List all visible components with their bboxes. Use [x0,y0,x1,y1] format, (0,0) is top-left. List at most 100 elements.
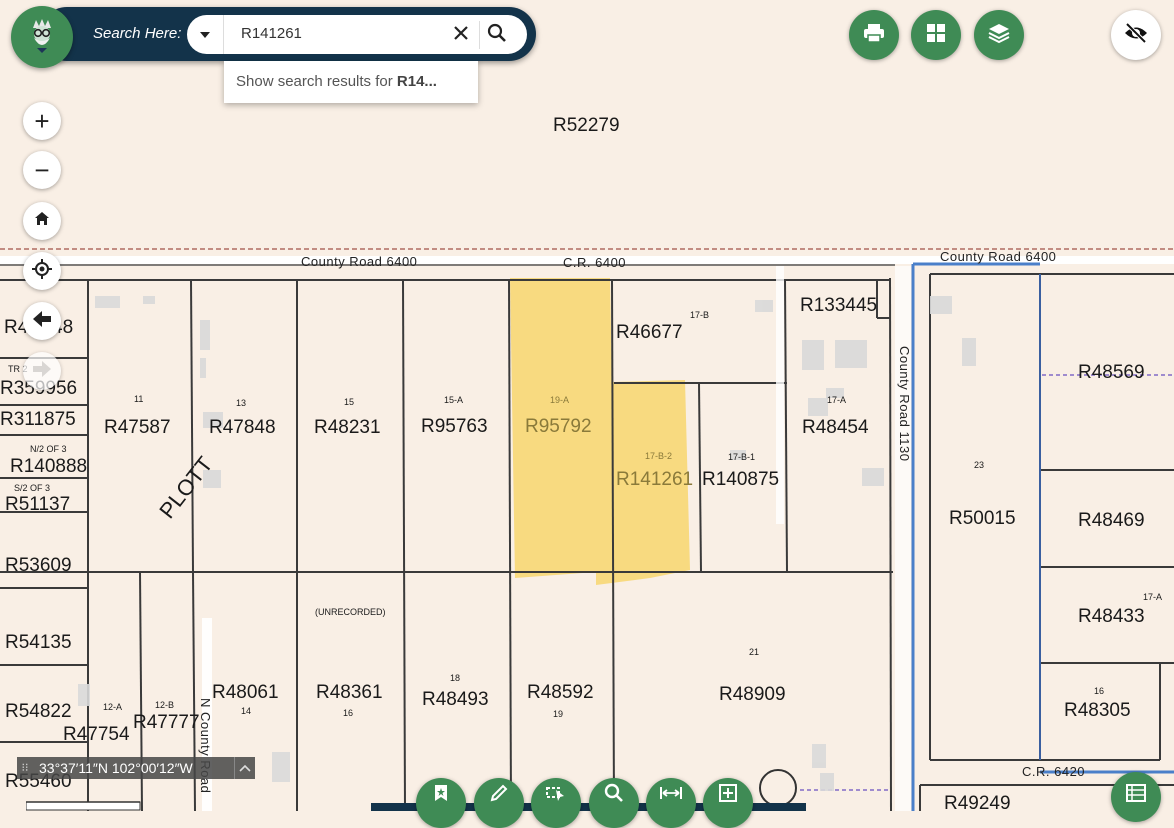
arrow-right-icon [32,360,52,383]
svg-text:17-B: 17-B [690,310,709,320]
parcel-map[interactable]: County Road 6400 C.R. 6400 County Road 6… [0,0,1174,811]
bookmark-star-icon [433,784,449,807]
close-icon [453,25,469,46]
road-label-cr6400-east: County Road 6400 [940,249,1056,264]
home-button[interactable] [23,202,61,240]
grid-icon [926,23,946,48]
caret-down-icon [199,26,211,44]
search-icon [487,23,507,48]
layers-icon [988,22,1010,49]
minus-icon: − [34,155,50,185]
parcel-label: R48469 [1078,510,1145,531]
svg-text:19: 19 [553,709,563,719]
app-logo-button[interactable] [11,6,73,68]
svg-text:14: 14 [241,706,251,716]
arrow-left-icon [32,310,52,333]
parcel-label: R133445 [800,295,877,316]
parcel-label: R48433 [1078,606,1145,627]
locate-button[interactable] [23,252,61,290]
zoom-out-button[interactable]: − [23,151,61,189]
parcel-label: R53609 [5,555,72,576]
parcel-label: R47754 [63,724,130,745]
parcel-label: R48569 [1078,362,1145,383]
previous-extent-button[interactable] [23,302,61,340]
search-suggestion[interactable]: Show search results for R14... [224,61,478,103]
clear-search-button[interactable] [450,24,472,46]
coordinate-readout: ⁝⁝ 33°37′11″N 102°00′12″W [17,757,255,779]
parcel-label: R47848 [209,417,276,438]
parcel-label: R140888 [10,456,87,477]
coordinate-text: 33°37′11″N 102°00′12″W [39,760,193,776]
draw-tool-button[interactable] [474,778,524,828]
plus-icon: + [34,106,50,136]
road-label-cr6400-short: C.R. 6400 [563,255,626,270]
parcel-label: R48592 [527,682,594,703]
zoom-in-button[interactable]: + [23,102,61,140]
layers-button[interactable] [974,10,1024,60]
query-tool-button[interactable] [589,778,639,828]
next-extent-button[interactable] [23,352,61,390]
parcel-label: R311875 [0,409,76,430]
road-label-cr6400: County Road 6400 [301,254,417,269]
road-label-n-county-road: N County Road [198,698,213,793]
svg-text:16: 16 [1094,686,1104,696]
basemap-gallery-button[interactable] [911,10,961,60]
search-input[interactable] [241,25,431,42]
bookmark-tool-button[interactable] [416,778,466,828]
magnifier-icon [604,783,624,808]
parcel-label: R54822 [5,701,72,722]
select-tool-button[interactable] [531,778,581,828]
parcel-label: R49249 [944,793,1011,811]
list-table-icon [1126,783,1146,807]
drag-grip-icon[interactable]: ⁝⁝ [17,757,33,779]
parcel-label: R48305 [1064,700,1131,721]
parcel-label: R52279 [553,115,620,136]
parcel-label: R48909 [719,684,786,705]
parcel-label-selected: R95792 [525,416,592,437]
parcel-label-selected: R141261 [616,469,693,490]
parcel-label: R140875 [702,469,779,490]
parcel-label: R48361 [316,682,383,703]
search-submit-button[interactable] [479,21,514,49]
add-table-icon [719,783,737,807]
parcel-label: R48231 [314,417,381,438]
crosshair-icon [32,258,52,284]
parcel-label: R48454 [802,417,869,438]
eye-off-icon [1123,22,1149,49]
suggestion-term: R14... [396,73,437,90]
search-source-dropdown[interactable] [187,15,224,54]
svg-text:15-A: 15-A [444,395,463,405]
parcel-label: R46677 [616,322,683,343]
parcel-label: R47587 [104,417,171,438]
svg-text:15: 15 [344,397,354,407]
parcel-label: R54135 [5,632,72,653]
print-button[interactable] [849,10,899,60]
chevron-up-icon[interactable] [234,757,255,779]
svg-text:16: 16 [343,708,353,718]
svg-text:N/2 OF 3: N/2 OF 3 [30,444,67,454]
svg-text:17-B-2: 17-B-2 [645,451,672,461]
svg-text:S/2 OF 3: S/2 OF 3 [14,483,50,493]
parcel-label: R47777 [133,712,200,733]
parcel-label: R48493 [422,689,489,710]
svg-text:19-A: 19-A [550,395,569,405]
svg-text:21: 21 [749,647,759,657]
search-field [187,15,527,54]
search-label: Search Here: [93,25,182,42]
road-label-cr6420: C.R. 6420 [1022,764,1085,779]
parcel-label: R48061 [212,682,279,703]
add-data-button[interactable] [703,778,753,828]
svg-text:23: 23 [974,460,984,470]
toggle-visibility-button[interactable] [1111,10,1161,60]
svg-text:17-B-1: 17-B-1 [728,452,755,462]
mascot-logo-icon [23,16,61,59]
svg-text:(UNRECORDED): (UNRECORDED) [315,607,386,617]
pencil-icon [490,784,508,807]
home-icon [34,211,50,231]
attribute-table-button[interactable] [1111,772,1161,822]
measure-tool-button[interactable] [646,778,696,828]
svg-text:18: 18 [450,673,460,683]
parcel-label: R51137 [5,494,70,515]
svg-text:11: 11 [134,394,143,404]
printer-icon [863,23,885,48]
